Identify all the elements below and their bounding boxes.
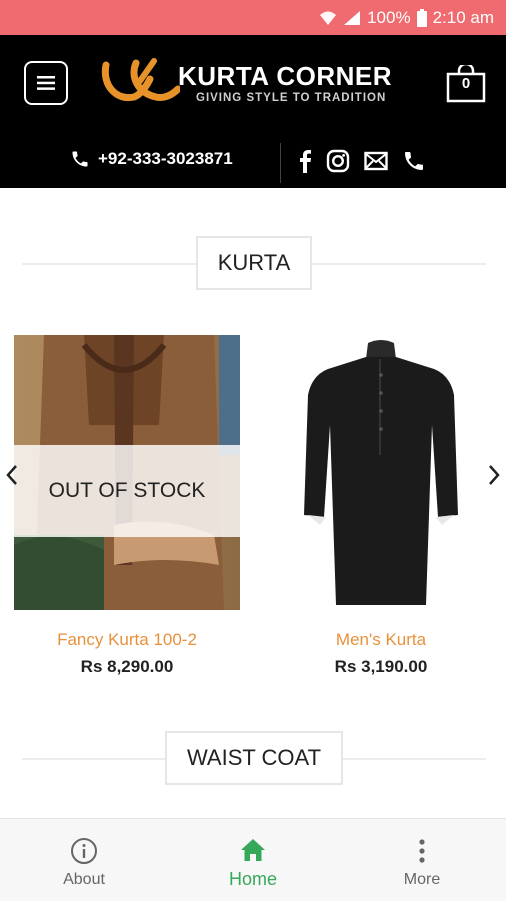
nav-label: About: [63, 871, 105, 888]
call-icon[interactable]: [402, 149, 426, 173]
product-price: Rs 8,290.00: [80, 657, 174, 676]
section-waist-coat: WAIST COAT: [22, 731, 486, 787]
chevron-right-icon: [489, 465, 500, 485]
product-name[interactable]: Men's Kurta: [268, 630, 494, 650]
social-links: [298, 149, 426, 173]
hamburger-icon: [37, 76, 55, 90]
cart-count: 0: [461, 75, 471, 92]
contact-bar: +92-333-3023871: [0, 139, 506, 187]
nav-label: More: [403, 871, 441, 888]
cart-button[interactable]: 0: [446, 65, 486, 103]
email-icon[interactable]: [364, 151, 388, 171]
battery-icon: [416, 8, 427, 27]
section-title: WAIST COAT: [165, 731, 343, 785]
logo-title: KURTA CORNER: [178, 61, 392, 91]
phone-number: +92-333-3023871: [98, 149, 233, 168]
product-image[interactable]: OUT OF STOCK: [14, 335, 240, 610]
chevron-left-icon: [6, 465, 17, 485]
nav-about[interactable]: About: [24, 819, 144, 901]
wifi-icon: [320, 11, 337, 25]
logo-tagline: GIVING STYLE TO TRADITION: [196, 92, 387, 104]
phone-link[interactable]: +92-333-3023871: [70, 149, 233, 169]
product-name[interactable]: Fancy Kurta 100-2: [14, 630, 240, 650]
instagram-icon[interactable]: [326, 149, 350, 173]
signal-icon: [344, 10, 361, 25]
logo[interactable]: KURTA CORNER GIVING STYLE TO TRADITION: [100, 57, 420, 107]
more-vertical-icon: [419, 839, 425, 863]
status-bar: 100% 2:10 am: [0, 0, 506, 35]
battery-percent: 100%: [367, 7, 411, 27]
nav-more[interactable]: More: [362, 819, 482, 901]
contact-divider: [280, 143, 281, 183]
carousel-next-button[interactable]: [484, 458, 504, 492]
home-icon: [241, 839, 265, 861]
carousel-prev-button[interactable]: [2, 458, 22, 492]
nav-label: Home: [228, 869, 277, 889]
nav-home[interactable]: Home: [193, 819, 313, 901]
section-title: KURTA: [196, 236, 312, 290]
phone-icon: [72, 151, 88, 167]
logo-mark-icon: [101, 58, 180, 102]
section-kurta: KURTA: [22, 236, 486, 292]
menu-button[interactable]: [24, 61, 68, 105]
out-of-stock-overlay: OUT OF STOCK: [14, 445, 240, 537]
bottom-navigation: About Home More: [0, 818, 506, 901]
site-header: KURTA CORNER GIVING STYLE TO TRADITION 0…: [0, 35, 506, 188]
clock: 2:10 am: [432, 7, 494, 27]
mens-kurta-photo: [268, 335, 494, 610]
facebook-icon[interactable]: [298, 149, 312, 173]
info-icon: [71, 838, 97, 864]
product-price: Rs 3,190.00: [334, 657, 428, 676]
product-image[interactable]: [268, 335, 494, 610]
